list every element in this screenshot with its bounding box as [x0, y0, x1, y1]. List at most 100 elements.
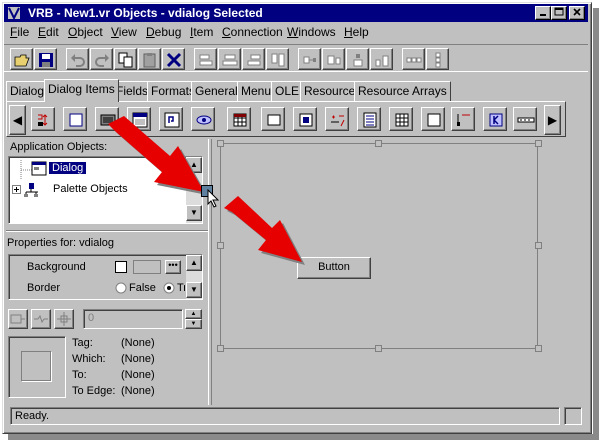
palette-item-group[interactable] [127, 107, 151, 131]
open-button[interactable] [10, 48, 33, 70]
minimize-button[interactable] [535, 6, 551, 20]
icon-button-icon [164, 112, 180, 128]
background-browse-button[interactable]: ••• [165, 260, 181, 274]
maximize-button[interactable] [551, 6, 567, 20]
space-horizontal-button[interactable] [402, 48, 425, 70]
properties-scrollbar[interactable]: ▲ ▼ [186, 255, 202, 299]
dialog-frame[interactable] [220, 143, 538, 349]
resize-handle-tm[interactable] [375, 140, 382, 147]
resize-handle-tr[interactable] [535, 140, 542, 147]
close-button[interactable] [569, 6, 585, 20]
app-objects-tree[interactable]: Dialog Palette Objects ▲ ▼ [8, 156, 203, 224]
background-color-swatch[interactable] [133, 260, 161, 274]
space-even-icon [375, 55, 389, 67]
menu-windows[interactable]: Windows [287, 25, 336, 39]
resize-handle-ml[interactable] [217, 242, 224, 249]
menu-edit[interactable]: Edit [38, 25, 59, 39]
tab-ole[interactable]: OLE [271, 81, 304, 101]
ellipsis-icon: ••• [168, 260, 178, 270]
palette-item-key[interactable] [483, 107, 507, 131]
menu-view[interactable]: View [111, 25, 137, 39]
align-middle-button[interactable] [298, 48, 321, 70]
resize-handle-tl[interactable] [217, 140, 224, 147]
align-bottom-button[interactable] [322, 48, 345, 70]
menu-file[interactable]: File [10, 25, 29, 39]
delete-button[interactable] [162, 48, 185, 70]
prop-row-border[interactable]: Border False Tr [11, 278, 185, 300]
palette-item-range[interactable] [451, 107, 475, 131]
connect-button[interactable] [8, 309, 28, 329]
tab-dialog-items[interactable]: Dialog Items [44, 79, 119, 102]
align-left-button[interactable] [194, 48, 217, 70]
drag-handle[interactable] [201, 185, 213, 197]
menu-connection[interactable]: Connection [222, 25, 283, 39]
palette-item-grid[interactable] [227, 107, 251, 131]
same-size-button[interactable] [346, 48, 369, 70]
palette-item-checkbox[interactable] [63, 107, 87, 131]
palette-item-numeric[interactable] [325, 107, 349, 131]
toolbar [4, 44, 588, 72]
tab-dialog[interactable]: Dialog [6, 81, 49, 101]
palette-item-icon-button[interactable] [159, 107, 183, 131]
redo-button[interactable] [90, 48, 113, 70]
resize-handle-bm[interactable] [375, 345, 382, 352]
status-text-pane: Ready. [10, 407, 560, 425]
resize-handle-mr[interactable] [535, 242, 542, 249]
palette-item-radio[interactable] [191, 107, 215, 131]
palette-item-spin[interactable] [31, 107, 55, 131]
palette-item-bitmap[interactable] [293, 107, 317, 131]
tree-label-palette-objects: Palette Objects [53, 183, 128, 195]
align-center-button[interactable] [218, 48, 241, 70]
panel-divider[interactable] [6, 230, 208, 232]
menu-object[interactable]: Object [68, 25, 103, 39]
tab-resource-arrays[interactable]: Resource Arrays [354, 81, 451, 101]
menu-file-rest: ile [17, 25, 30, 39]
prop-row-background[interactable]: Background ••• [11, 257, 184, 279]
spin-down-button[interactable]: ▼ [185, 319, 202, 329]
tab-resource[interactable]: Resource [300, 81, 360, 101]
space-even-button[interactable] [370, 48, 393, 70]
palette-scroll-left[interactable]: ◀ [9, 105, 26, 135]
paste-button[interactable] [138, 48, 161, 70]
background-checkbox[interactable] [115, 261, 127, 273]
palette-item-blank[interactable] [421, 107, 445, 131]
props-scroll-up[interactable]: ▲ [186, 255, 202, 271]
menu-debug[interactable]: Debug [146, 25, 181, 39]
save-button[interactable] [34, 48, 57, 70]
scroll-up-button[interactable]: ▲ [186, 157, 202, 173]
resize-handle-br[interactable] [535, 345, 542, 352]
radio-true-icon[interactable] [163, 282, 175, 294]
menu-item[interactable]: Item [190, 25, 213, 39]
value-field[interactable]: 0 [83, 309, 183, 329]
title-bar[interactable]: VRB - New1.vr Objects - vdialog Selected [4, 4, 588, 22]
resize-handle-bl[interactable] [217, 345, 224, 352]
palette-item-slider[interactable] [513, 107, 537, 131]
tab-menu[interactable]: Menu [237, 81, 276, 101]
triangle-up-icon: ▲ [190, 258, 198, 267]
link-button[interactable] [31, 309, 51, 329]
props-scroll-down[interactable]: ▼ [186, 282, 202, 298]
align-right-button[interactable] [242, 48, 265, 70]
menu-help[interactable]: Help [344, 25, 369, 39]
align-top-button[interactable] [266, 48, 289, 70]
palette-item-frame[interactable] [95, 107, 119, 131]
dialog-button[interactable]: Button [297, 257, 371, 279]
spin-up-button[interactable]: ▲ [185, 309, 202, 319]
dialog-button-label: Button [318, 261, 350, 273]
scroll-down-button[interactable]: ▼ [186, 205, 202, 221]
move-button[interactable] [54, 309, 74, 329]
radio-false-icon[interactable] [115, 282, 127, 294]
palette-item-table[interactable] [389, 107, 413, 131]
tab-general[interactable]: General [191, 81, 242, 101]
palette-item-list[interactable] [357, 107, 381, 131]
menu-view-rest: iew [118, 25, 137, 39]
palette-scroll-right[interactable]: ▶ [544, 105, 561, 135]
undo-button[interactable] [66, 48, 89, 70]
tab-label: Resource Arrays [358, 84, 447, 98]
properties-grid[interactable]: Background ••• Border False Tr ▲ ▼ [8, 254, 203, 300]
tree-scrollbar[interactable]: ▲ ▼ [186, 157, 202, 223]
palette-item-button[interactable] [261, 107, 285, 131]
slider-icon [517, 117, 535, 123]
space-vertical-button[interactable] [426, 48, 449, 70]
copy-button[interactable] [114, 48, 137, 70]
